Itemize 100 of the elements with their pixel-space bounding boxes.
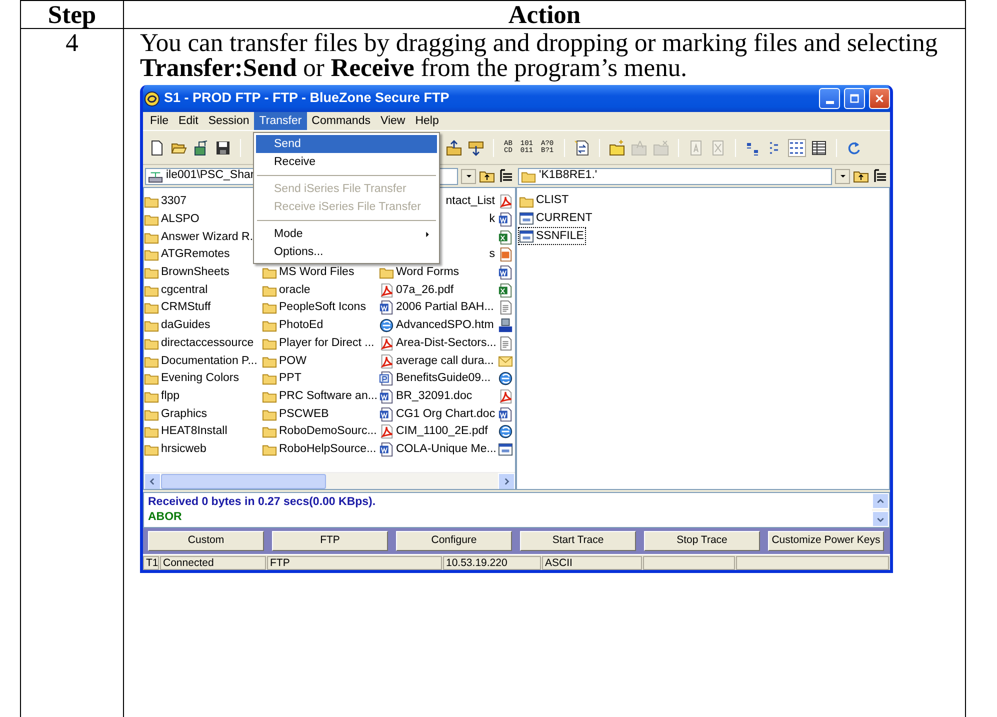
- globe-e-icon: [379, 318, 394, 334]
- listing-entry[interactable]: SSNFILE: [519, 228, 585, 244]
- dropdown-button[interactable]: [835, 168, 850, 184]
- dropdown-button[interactable]: [461, 168, 476, 184]
- blank-page-icon[interactable]: [149, 140, 165, 156]
- column-header: Action: [124, 0, 966, 28]
- maximize-button[interactable]: [844, 88, 865, 109]
- folder-up-arrow-icon[interactable]: [446, 140, 462, 156]
- caret-icon: [838, 172, 846, 180]
- word-document-icon: [379, 300, 394, 316]
- status-cell: Connected: [160, 556, 266, 570]
- listing-entry[interactable]: 2006 Partial BAH...: [379, 300, 498, 316]
- globe-e-icon: [498, 371, 513, 386]
- menu-item[interactable]: Commands: [306, 112, 376, 130]
- details-view-icon[interactable]: [810, 140, 827, 156]
- listing-entry[interactable]: PSCWEB: [262, 406, 379, 422]
- word-document-icon: [379, 406, 394, 422]
- menu-item[interactable]: Transfer: [254, 112, 307, 130]
- listing-entry[interactable]: COLA-Unique Me...: [379, 442, 498, 457]
- pdf-icon: [379, 336, 394, 351]
- close-icon: [873, 92, 886, 105]
- log-line: Received 0 bytes in 0.27 secs(0.00 KBps).: [148, 495, 377, 510]
- listing-entry[interactable]: CLIST: [519, 193, 570, 209]
- spreadsheet-icon: [498, 282, 513, 298]
- listing-entry[interactable]: oracle: [262, 282, 379, 298]
- menu-item[interactable]: View: [375, 112, 410, 130]
- power-key-button[interactable]: Custom: [148, 531, 264, 551]
- word-document-icon: [379, 388, 394, 404]
- listing-entry[interactable]: cgcentral: [144, 282, 262, 298]
- listing-entry[interactable]: POW: [262, 354, 379, 369]
- listing-entry[interactable]: Graphics: [144, 406, 262, 422]
- listing-entry[interactable]: Word Forms: [379, 265, 498, 280]
- maximize-icon: [848, 92, 861, 105]
- listing-entry[interactable]: Documentation P...: [144, 354, 262, 369]
- pdf-icon: [498, 388, 513, 404]
- listing-entry[interactable]: BenefitsGuide09...: [379, 371, 498, 386]
- word-document-icon: [498, 406, 513, 422]
- listing-entry[interactable]: HEAT8Install: [144, 424, 262, 440]
- menu-item[interactable]: Edit: [174, 112, 204, 130]
- power-key-button[interactable]: Customize Power Keys: [768, 531, 884, 551]
- listing-entry[interactable]: BR_32091.doc: [379, 388, 498, 404]
- listing-entry[interactable]: flpp: [144, 388, 262, 404]
- status-cell: FTP: [267, 556, 442, 570]
- text-file-icon: [498, 336, 513, 351]
- pdf-icon: [379, 424, 394, 440]
- pdf-icon: [379, 282, 394, 298]
- instruction-text: You can transfer files by dragging and dropping or marking files and selecting Transfer:Send or Receive from the program’s menu.: [140, 30, 939, 80]
- document-transfer-icon[interactable]: [574, 140, 590, 156]
- power-key-button[interactable]: Configure: [396, 531, 512, 551]
- listing-entry[interactable]: BrownSheets: [144, 265, 262, 280]
- listing-entry[interactable]: CG1 Org Chart.doc: [379, 406, 498, 422]
- status-cell: ASCII: [542, 556, 642, 570]
- globe-e-icon: [498, 424, 513, 440]
- folder-down-arrow-icon[interactable]: [468, 140, 484, 156]
- menu-item[interactable]: Session: [203, 112, 254, 130]
- list-view-icon[interactable]: [788, 140, 805, 156]
- minimize-icon: [826, 101, 834, 104]
- listing-entry[interactable]: directaccessource: [144, 336, 262, 351]
- path-field[interactable]: 'K1B8RE1.': [518, 168, 832, 184]
- network-icon[interactable]: [193, 140, 209, 156]
- minimize-button[interactable]: [819, 88, 840, 109]
- listing-entry[interactable]: PPT: [262, 371, 379, 386]
- vertical-scrollbar[interactable]: [872, 493, 889, 527]
- step-number: 4: [66, 28, 78, 57]
- presentation-icon: [498, 247, 513, 262]
- listing-entry[interactable]: Evening Colors: [144, 371, 262, 386]
- listing-entry[interactable]: AdvancedSPO.htm: [379, 318, 498, 334]
- listing-entry[interactable]: CRMStuff: [144, 300, 262, 316]
- listing-entry[interactable]: PhotoEd: [262, 318, 379, 334]
- folder-sparkle-icon[interactable]: [608, 140, 625, 156]
- power-key-button[interactable]: FTP: [272, 531, 388, 551]
- listing-entry[interactable]: CIM_1100_2E.pdf: [379, 424, 498, 440]
- listing-entry[interactable]: Area-Dist-Sectors...: [379, 336, 498, 351]
- listing-entry[interactable]: PRC Software an...: [262, 388, 379, 404]
- tree-view-icon[interactable]: [498, 168, 514, 184]
- close-button[interactable]: [869, 88, 890, 109]
- horizontal-scrollbar[interactable]: [144, 472, 515, 489]
- listing-entry[interactable]: hrsicweb: [144, 442, 262, 457]
- refresh-icon[interactable]: [846, 140, 862, 156]
- tree-view-icon[interactable]: [872, 168, 888, 184]
- menu-item[interactable]: File: [145, 112, 174, 130]
- listing-entry[interactable]: average call dura...: [379, 354, 498, 369]
- envelope-icon: [498, 354, 513, 369]
- submenu-arrow-icon: [424, 230, 431, 238]
- listing-entry[interactable]: 07a_26.pdf: [379, 282, 498, 298]
- listing-entry[interactable]: Player for Direct ...: [262, 336, 379, 351]
- status-cell: 10.53.19.220: [443, 556, 541, 570]
- listing-entry[interactable]: RoboDemoSourc...: [262, 424, 379, 440]
- listing-entry[interactable]: PeopleSoft Icons: [262, 300, 379, 316]
- menu-item[interactable]: Help: [410, 112, 444, 130]
- menu-option[interactable]: Send: [256, 135, 437, 153]
- menu-option[interactable]: Receive: [256, 153, 437, 171]
- listing-entry[interactable]: CURRENT: [519, 210, 594, 227]
- pdf-icon: [498, 194, 513, 210]
- power-key-button[interactable]: Stop Trace: [644, 531, 760, 551]
- listing-entry[interactable]: daGuides: [144, 318, 262, 334]
- listing-entry[interactable]: MS Word Files: [262, 265, 379, 280]
- power-key-button[interactable]: Start Trace: [520, 531, 636, 551]
- publisher-document-icon: [379, 371, 394, 386]
- listing-entry[interactable]: RoboHelpSource...: [262, 442, 379, 457]
